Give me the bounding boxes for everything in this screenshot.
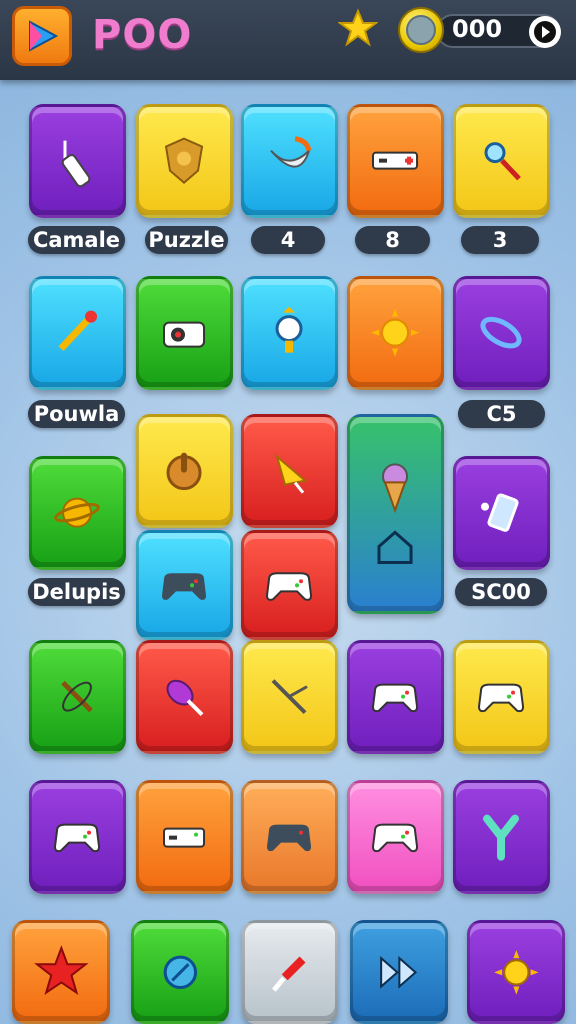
tile-gamepad-1[interactable]	[136, 530, 233, 640]
tile-gamepad-4[interactable]	[453, 640, 550, 754]
label-pouwla: Pouwla	[28, 400, 125, 428]
star-icon	[33, 944, 89, 995]
camera-icon	[163, 321, 206, 349]
console-icon	[372, 151, 419, 170]
tile-star-bottom[interactable]	[12, 920, 110, 1024]
gear-icon	[163, 955, 197, 989]
sun-icon	[493, 949, 539, 995]
tile-gamepad-3[interactable]	[347, 640, 444, 754]
tile-feather[interactable]	[136, 640, 233, 754]
sun-icon	[371, 308, 420, 358]
shield-icon	[165, 137, 204, 185]
tile-camera[interactable]	[136, 276, 233, 390]
tile-shield[interactable]	[136, 104, 233, 218]
label-puzzle: Puzzle	[145, 226, 228, 254]
gamepad-icon	[372, 683, 419, 713]
play-arrow-icon	[29, 20, 59, 52]
tile-ring[interactable]	[453, 276, 550, 390]
phone-icon	[481, 493, 520, 533]
gamepad-icon	[54, 823, 101, 853]
tile-gamepad-6[interactable]	[136, 780, 233, 894]
arrow-icon	[61, 681, 94, 713]
gamepad-icon	[478, 683, 525, 713]
tile-bell[interactable]	[241, 414, 338, 528]
ring-icon	[480, 317, 523, 349]
gamepad-icon	[163, 827, 206, 849]
blade-icon	[270, 136, 312, 168]
label-camale: Camale	[28, 226, 125, 254]
gamepad-icon	[266, 571, 313, 601]
tile-wand[interactable]	[241, 640, 338, 754]
tile-fast-forward-bottom[interactable]	[350, 920, 448, 1024]
star-icon[interactable]	[338, 8, 378, 48]
tile-arrow[interactable]	[29, 640, 126, 754]
coin-icon	[398, 7, 444, 53]
tile-blade[interactable]	[241, 104, 338, 218]
tile-y-letter[interactable]	[453, 780, 550, 894]
wand-icon	[272, 679, 309, 715]
remote-icon	[62, 140, 91, 188]
label-4: 4	[251, 226, 325, 254]
tile-brush-bottom[interactable]	[242, 920, 338, 1024]
y-letter-icon	[483, 814, 520, 862]
label-sc00: SC00	[455, 578, 547, 606]
tile-gamepad-8[interactable]	[347, 780, 444, 894]
feather-icon	[166, 680, 204, 717]
tile-icecream-house[interactable]	[347, 414, 444, 614]
gamepad-icon	[162, 572, 207, 600]
pin-icon	[58, 310, 98, 352]
tile-magnifier[interactable]	[453, 104, 550, 218]
tile-power[interactable]	[136, 414, 233, 528]
tile-gamepad-7[interactable]	[241, 780, 338, 894]
label-8: 8	[355, 226, 430, 254]
tile-gamepad-2[interactable]	[241, 530, 338, 640]
tile-mirror[interactable]	[241, 276, 338, 390]
play-circle-icon[interactable]	[529, 16, 561, 48]
game-title: POO	[92, 12, 193, 58]
tile-sun[interactable]	[347, 276, 444, 390]
brush-icon	[272, 956, 306, 992]
app-icon[interactable]	[12, 6, 72, 66]
tile-gear-bottom[interactable]	[131, 920, 229, 1024]
power-icon	[166, 452, 203, 491]
tile-planet[interactable]	[29, 456, 126, 570]
fast-forward-icon	[379, 955, 417, 989]
tile-gamepad-5[interactable]	[29, 780, 126, 894]
planet-icon	[54, 497, 101, 529]
magnifier-icon	[484, 142, 522, 181]
label-c5: C5	[458, 400, 545, 428]
tile-remote[interactable]	[29, 104, 126, 218]
tile-phone[interactable]	[453, 456, 550, 570]
bell-icon	[275, 454, 308, 494]
tile-pin[interactable]	[29, 276, 126, 390]
top-bar: POO 000	[0, 0, 576, 80]
icecream-house-icon	[377, 462, 414, 564]
gamepad-icon	[372, 823, 419, 853]
label-delupis: Delupis	[28, 578, 125, 606]
tile-sun-bottom[interactable]	[467, 920, 565, 1024]
tile-console[interactable]	[347, 104, 444, 218]
mirror-icon	[275, 306, 304, 354]
label-3: 3	[461, 226, 539, 254]
gamepad-icon	[267, 824, 312, 852]
coin-value: 000	[452, 15, 503, 43]
